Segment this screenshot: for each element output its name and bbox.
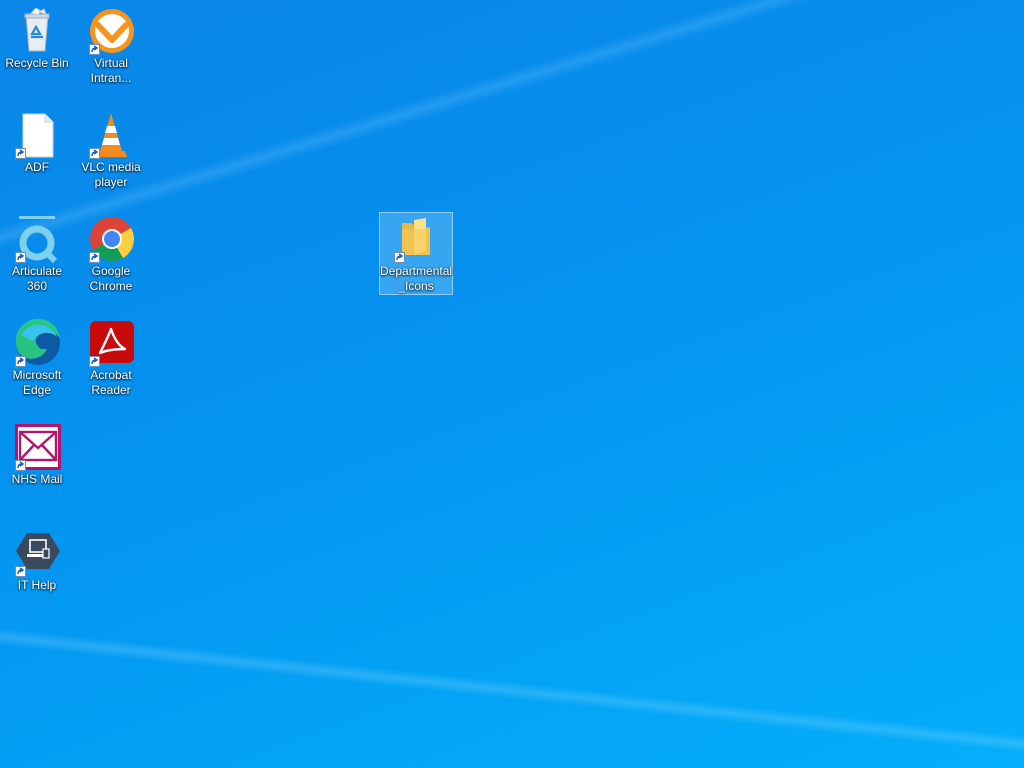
nhs-mail-icon	[13, 423, 61, 471]
articulate-icon	[13, 215, 61, 264]
icon-label: Virtual Intran...	[90, 56, 132, 85]
shortcut-arrow-icon	[15, 252, 26, 263]
chrome-icon	[87, 215, 135, 263]
folder-icon	[392, 215, 440, 263]
shortcut-arrow-icon	[15, 460, 26, 471]
virtual-intranet-icon	[87, 7, 135, 55]
icon-label: NHS Mail	[11, 472, 63, 486]
shortcut-arrow-icon	[394, 252, 405, 263]
desktop-icon-acrobat-reader[interactable]: Acrobat Reader	[74, 316, 148, 399]
icon-label: Acrobat Reader	[90, 368, 132, 397]
file-icon	[13, 111, 61, 159]
wallpaper-light-beam-lower	[0, 0, 1024, 768]
desktop-icon-microsoft-edge[interactable]: Microsoft Edge	[0, 316, 74, 399]
edge-icon	[13, 318, 61, 367]
shortcut-arrow-icon	[89, 252, 100, 263]
icon-label: VLC media player	[81, 160, 141, 189]
icon-label: Articulate 360	[11, 264, 63, 293]
it-help-icon	[13, 529, 61, 577]
desktop-icon-adf[interactable]: ADF	[0, 108, 74, 176]
desktop-icon-articulate-360[interactable]: Articulate 360	[0, 212, 74, 295]
shortcut-arrow-icon	[89, 148, 100, 159]
shortcut-arrow-icon	[15, 566, 26, 577]
wallpaper-light-beam	[0, 0, 1024, 768]
icon-label: Google Chrome	[89, 264, 133, 293]
desktop-icon-vlc[interactable]: VLC media player	[74, 108, 148, 191]
acrobat-icon	[87, 319, 135, 367]
icon-label: Microsoft Edge	[12, 368, 62, 397]
recycle-bin-icon	[13, 7, 61, 55]
desktop-icon-recycle-bin[interactable]: Recycle Bin	[0, 4, 74, 72]
icon-label: Recycle Bin	[5, 56, 69, 70]
icon-label: IT Help	[17, 578, 57, 592]
desktop-icon-it-help[interactable]: IT Help	[0, 526, 74, 594]
desktop-icon-google-chrome[interactable]: Google Chrome	[74, 212, 148, 295]
shortcut-arrow-icon	[15, 356, 26, 367]
shortcut-arrow-icon	[15, 148, 26, 159]
desktop-icon-virtual-intranet[interactable]: Virtual Intran...	[74, 4, 148, 87]
icon-label: ADF	[25, 160, 49, 174]
shortcut-arrow-icon	[89, 356, 100, 367]
vlc-cone-icon	[87, 111, 135, 159]
desktop-icon-departmental-icons[interactable]: Departmental _Icons	[379, 212, 453, 295]
icon-label: Departmental _Icons	[380, 264, 453, 293]
desktop-icon-nhs-mail[interactable]: NHS Mail	[0, 420, 74, 488]
shortcut-arrow-icon	[89, 44, 100, 55]
